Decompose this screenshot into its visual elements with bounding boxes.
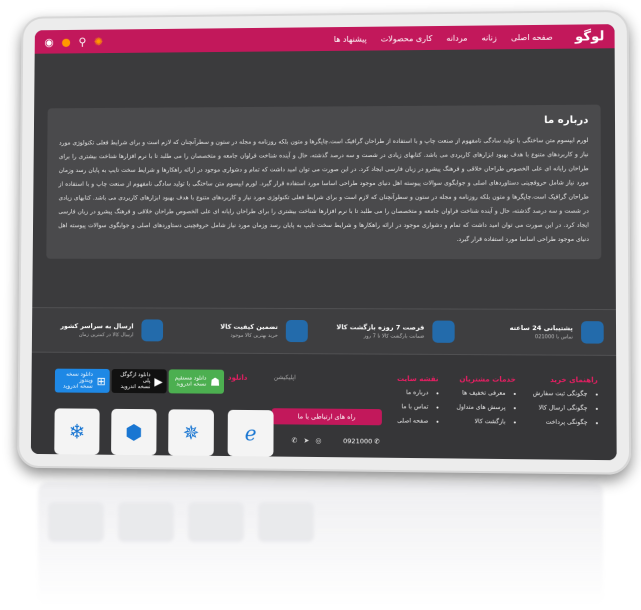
- footer-link[interactable]: درباره ما: [397, 389, 428, 396]
- hexagon-e-icon: ⬢: [125, 419, 143, 445]
- play-store-icon: ▶: [154, 374, 163, 388]
- feature-quality: تضمین کیفیت کالا خرید بهترین کالا موجود: [175, 309, 320, 354]
- main-menu: صفحه اصلی زنانه مردانه کاری محصولات پیشن…: [334, 32, 553, 43]
- footer-col-title: نقشه سایت: [397, 374, 439, 384]
- association-badge[interactable]: ❄: [54, 408, 100, 455]
- footer-col-sitemap: نقشه سایت درباره ما تماس با ما صفحه اصلی: [397, 375, 439, 432]
- phone-number: ✆ 0921000: [343, 437, 380, 446]
- reflection-badge: [48, 502, 104, 542]
- footer-col-customers: خدمات مشتریان معرفی تخفیف ها پرسش های مت…: [456, 375, 515, 432]
- footer-col-guide: راهنمای خرید چگونگی ثبت سفارش چگونگی ارس…: [533, 376, 598, 434]
- reflection-badge: [258, 502, 314, 542]
- reflection-badge: [118, 502, 174, 542]
- social-links: ◎ ➤ ✆: [292, 437, 322, 445]
- android-icon: ☗: [210, 375, 221, 389]
- about-section: درباره ما لورم ایپسوم متن ساختگی با تولی…: [46, 104, 602, 260]
- enamad-logo-icon: ℯ: [244, 421, 257, 446]
- footer-link[interactable]: بازگشت کالا: [456, 418, 506, 425]
- samandehi-badge[interactable]: ✵: [168, 409, 214, 456]
- feature-subtitle: ارسال کالا در کمترین زمان: [78, 332, 134, 339]
- search-icon[interactable]: ⚲: [78, 35, 86, 48]
- contact-us-button[interactable]: راه های ارتباطی با ما: [271, 408, 382, 426]
- feature-support: پشتیبانی 24 ساعته تماس با 021000: [467, 310, 616, 355]
- certificate-icon: [285, 319, 308, 343]
- samandehi-seal-icon: ✵: [182, 420, 200, 445]
- website-screen: لوگو صفحه اصلی زنانه مردانه کاری محصولات…: [30, 24, 617, 461]
- feature-title: پشتیبانی 24 ساعته: [509, 323, 573, 333]
- feature-return: فرصت 7 روزه بازگشت کالا ضمانت بازگشت کال…: [320, 309, 467, 354]
- mockup-scene: لوگو صفحه اصلی زنانه مردانه کاری محصولات…: [0, 0, 641, 610]
- instagram-icon[interactable]: ◎: [315, 437, 321, 445]
- whatsapp-icon[interactable]: ✆: [292, 437, 298, 445]
- nav-icons: ✺ ⚲ ● ◉: [44, 35, 103, 48]
- footer-link[interactable]: چگونگی ثبت سفارش: [533, 390, 588, 398]
- reflection-badge: [188, 502, 244, 542]
- footer-link[interactable]: چگونگی ارسال کالا: [533, 404, 587, 412]
- feature-title: فرصت 7 روزه بازگشت کالا: [336, 323, 425, 332]
- menu-item-home[interactable]: صفحه اصلی: [511, 32, 553, 41]
- feature-subtitle: ضمانت بازگشت کالا تا 7 روز: [363, 333, 425, 340]
- menu-item-products[interactable]: کاری محصولات: [381, 34, 433, 43]
- footer-link[interactable]: چگونگی پرداخت: [533, 419, 588, 427]
- cart-icon[interactable]: ●: [61, 35, 70, 48]
- feature-subtitle: خرید بهترین کالا موجود: [230, 332, 278, 339]
- user-icon[interactable]: ◉: [44, 35, 53, 48]
- feature-title: تضمین کیفیت کالا: [220, 322, 278, 331]
- footer-link[interactable]: تماس با ما: [397, 403, 428, 410]
- top-navbar: لوگو صفحه اصلی زنانه مردانه کاری محصولات…: [34, 24, 615, 54]
- windows-download-button[interactable]: ⊞ دانلود نسخه ویندوز نسخه اندروید: [54, 368, 110, 393]
- google-play-button[interactable]: ▶ دانلود ازگوگل پلی نسخه اندروید: [111, 368, 167, 394]
- globe-icon: [141, 319, 164, 342]
- footer-col-title: خدمات مشتریان: [459, 375, 516, 384]
- enamad-badge[interactable]: ℯ: [227, 409, 274, 457]
- site-footer: راهنمای خرید چگونگی ثبت سفارش چگونگی ارس…: [30, 352, 617, 461]
- headset-icon: [581, 321, 604, 344]
- footer-link[interactable]: صفحه اصلی: [397, 417, 428, 424]
- feature-shipping: ارسال به سراسر کشور ارسال کالا در کمترین…: [32, 308, 175, 352]
- calendar-icon: [432, 320, 455, 343]
- about-text: لورم ایپسوم متن ساختگی با تولید سادگی نا…: [58, 136, 589, 244]
- footer-link[interactable]: پرسش های متداول: [456, 404, 505, 412]
- footer-link[interactable]: معرفی تخفیف ها: [456, 389, 505, 396]
- device-frame: لوگو صفحه اصلی زنانه مردانه کاری محصولات…: [17, 9, 632, 475]
- feature-subtitle: تماس با 021000: [534, 334, 573, 341]
- menu-item-women[interactable]: زنانه: [482, 33, 497, 42]
- device-reflection: [38, 482, 603, 606]
- ecunion-badge[interactable]: ⬢: [111, 408, 157, 456]
- windows-icon: ⊞: [96, 374, 106, 388]
- snowflake-icon: ❄: [68, 419, 86, 444]
- about-title: درباره ما: [544, 114, 589, 127]
- direct-download-button[interactable]: ☗ دانلود مستقیم نسخه اندروید: [168, 369, 225, 394]
- menu-item-men[interactable]: مردانه: [446, 33, 467, 42]
- telegram-icon[interactable]: ➤: [303, 437, 309, 445]
- download-subtitle: اپلیکیشن: [273, 374, 296, 382]
- download-title: دانلود: [227, 373, 248, 382]
- footer-col-title: راهنمای خرید: [550, 375, 598, 385]
- site-logo[interactable]: لوگو: [575, 29, 604, 44]
- menu-item-offers[interactable]: پیشنهاد ها: [334, 34, 367, 43]
- settings-icon[interactable]: ✺: [94, 35, 103, 48]
- features-bar: پشتیبانی 24 ساعته تماس با 021000 فرصت 7 …: [31, 307, 617, 356]
- feature-title: ارسال به سراسر کشور: [60, 322, 134, 331]
